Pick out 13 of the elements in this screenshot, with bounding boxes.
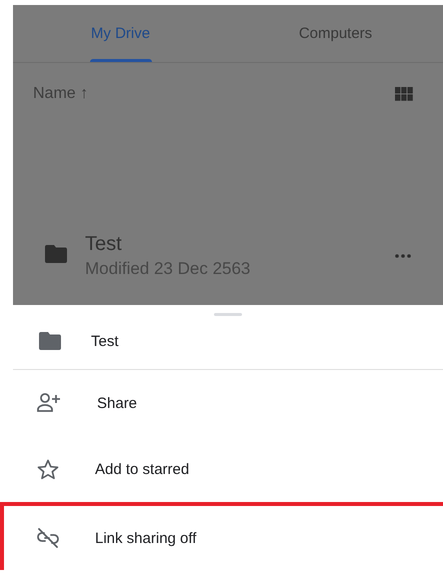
- menu-item[interactable]: Share: [13, 370, 443, 436]
- grid-view-icon[interactable]: [395, 87, 413, 101]
- menu-item[interactable]: Add to starred: [13, 436, 443, 502]
- file-name: Test: [85, 233, 123, 256]
- folder-icon: [39, 332, 61, 350]
- folder-icon: [45, 244, 67, 262]
- sheet-title: Test: [91, 332, 119, 350]
- star-icon: [37, 458, 59, 480]
- drag-handle[interactable]: [214, 313, 242, 316]
- person-add-icon: [37, 393, 61, 413]
- more-icon[interactable]: [393, 252, 413, 260]
- link-off-icon: [37, 528, 59, 548]
- menu-item[interactable]: Link sharing off: [0, 502, 443, 570]
